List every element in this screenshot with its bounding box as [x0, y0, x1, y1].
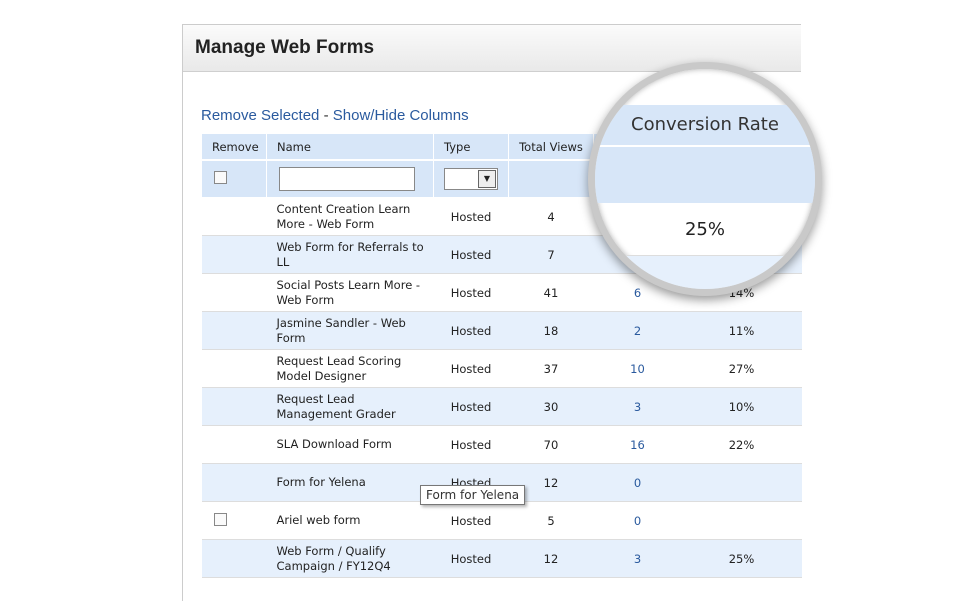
table-row: Request Lead Scoring Model Designer Host…: [201, 349, 802, 388]
select-all-checkbox[interactable]: [214, 171, 227, 184]
name-tooltip: Form for Yelena: [420, 485, 526, 505]
total-views: 5: [508, 501, 594, 540]
select-all-cell: [201, 159, 267, 198]
table-row: Request Lead Management Grader Hosted 30…: [201, 387, 802, 426]
table-row: Ariel web form Hosted 5 0: [201, 501, 802, 540]
remove-cell: [201, 197, 267, 236]
conversion-rate: 11%: [681, 311, 802, 350]
total-views: 41: [508, 273, 594, 312]
form-type: Hosted: [433, 425, 509, 464]
form-name[interactable]: Web Form for Referrals to LL: [266, 235, 434, 274]
form-name[interactable]: Ariel web form: [266, 501, 434, 540]
remove-cell: [201, 425, 267, 464]
form-name[interactable]: SLA Download Form: [266, 425, 434, 464]
conversion-rate: [681, 501, 802, 540]
form-type: Hosted: [433, 349, 509, 388]
form-name[interactable]: Form for Yelena: [266, 463, 434, 502]
total-views: 4: [508, 197, 594, 236]
table-actions: Remove Selected - Show/Hide Columns: [201, 107, 469, 124]
name-filter-input[interactable]: [279, 167, 415, 191]
magnified-header: Conversion Rate: [595, 105, 815, 147]
form-type: Hosted: [433, 501, 509, 540]
remove-cell: [201, 349, 267, 388]
conversion-rate: 25%: [681, 539, 802, 578]
conversions-link[interactable]: 16: [593, 425, 682, 464]
conversions-link[interactable]: 3: [593, 387, 682, 426]
conversion-rate: 10%: [681, 387, 802, 426]
table-row: Web Form / Qualify Campaign / FY12Q4 Hos…: [201, 539, 802, 578]
table-row: Jasmine Sandler - Web Form Hosted 18 2 1…: [201, 311, 802, 350]
column-header[interactable]: Total Views: [508, 133, 594, 161]
conversions-link[interactable]: 10: [593, 349, 682, 388]
form-type: Hosted: [433, 387, 509, 426]
total-views: 30: [508, 387, 594, 426]
remove-cell: [201, 273, 267, 312]
remove-cell: [201, 387, 267, 426]
remove-cell: [201, 463, 267, 502]
remove-cell: [201, 539, 267, 578]
remove-checkbox[interactable]: [213, 512, 227, 526]
filter-empty: [508, 159, 594, 198]
conversion-rate: 27%: [681, 349, 802, 388]
table-row: SLA Download Form Hosted 70 16 22%: [201, 425, 802, 464]
column-header[interactable]: Remove: [201, 133, 267, 161]
conversions-link[interactable]: 0: [593, 463, 682, 502]
total-views: 7: [508, 235, 594, 274]
form-type: Hosted: [433, 197, 509, 236]
chevron-down-icon: ▼: [478, 170, 496, 188]
total-views: 70: [508, 425, 594, 464]
total-views: 18: [508, 311, 594, 350]
type-filter-cell: ▼: [433, 159, 509, 198]
separator: -: [319, 107, 333, 124]
remove-cell: [201, 311, 267, 350]
form-name[interactable]: Social Posts Learn More - Web Form: [266, 273, 434, 312]
conversions-link[interactable]: 0: [593, 501, 682, 540]
form-name[interactable]: Content Creation Learn More - Web Form: [266, 197, 434, 236]
magnified-conversion-rate-value: 25%: [684, 219, 725, 240]
form-type: Hosted: [433, 235, 509, 274]
form-type: Hosted: [433, 273, 509, 312]
total-views: 37: [508, 349, 594, 388]
form-name[interactable]: Request Lead Scoring Model Designer: [266, 349, 434, 388]
name-filter-cell: [266, 159, 434, 198]
magnified-conversion-rate-header: Conversion Rate: [631, 114, 779, 135]
column-header[interactable]: Name: [266, 133, 434, 161]
type-filter-select[interactable]: ▼: [444, 168, 498, 190]
form-name[interactable]: Request Lead Management Grader: [266, 387, 434, 426]
page-title: Manage Web Forms: [195, 37, 375, 58]
show-hide-columns-link[interactable]: Show/Hide Columns: [333, 107, 469, 124]
remove-cell: [201, 501, 267, 540]
column-header[interactable]: Type: [433, 133, 509, 161]
form-name[interactable]: Jasmine Sandler - Web Form: [266, 311, 434, 350]
conversion-rate: 22%: [681, 425, 802, 464]
magnified-filter-row: [595, 147, 815, 203]
form-name[interactable]: Web Form / Qualify Campaign / FY12Q4: [266, 539, 434, 578]
magnifier-overlay: Conversion Rate 25%: [588, 62, 822, 296]
conversions-link[interactable]: 3: [593, 539, 682, 578]
form-type: Hosted: [433, 311, 509, 350]
form-type: Hosted: [433, 539, 509, 578]
remove-cell: [201, 235, 267, 274]
conversions-link[interactable]: 2: [593, 311, 682, 350]
remove-selected-link[interactable]: Remove Selected: [201, 107, 319, 124]
conversion-rate: [681, 463, 802, 502]
total-views: 12: [508, 539, 594, 578]
